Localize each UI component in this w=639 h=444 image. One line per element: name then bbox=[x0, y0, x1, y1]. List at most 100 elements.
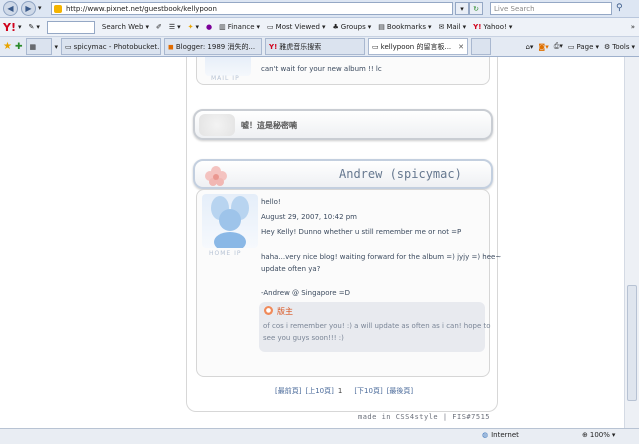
toolbar-options-button[interactable]: ☰ ▾ bbox=[169, 23, 181, 31]
chevron-down-icon: ▾ bbox=[177, 23, 181, 31]
chevron-down-icon: ▾ bbox=[321, 23, 326, 31]
address-dropdown-button[interactable]: ▾ bbox=[455, 2, 469, 15]
yahoo-toolbar: Y! ▾ ✎ ▾ Search Web ▾ ✐ ☰ ▾ ✦ ▾ ● ▥ Finance ▾ … bbox=[0, 18, 639, 37]
chevron-down-icon: ▾ bbox=[17, 23, 22, 31]
messenger-button[interactable]: ● bbox=[206, 23, 212, 31]
status-bar: ◍ Internet ⊕ 100% ▾ bbox=[0, 428, 639, 444]
secret-avatar bbox=[199, 114, 235, 136]
yahoo-small-icon: Y! bbox=[269, 42, 278, 51]
yahoo-home-button[interactable]: Y! Yahoo! ▾ bbox=[473, 23, 512, 31]
entry-date: August 29, 2007, 10:42 pm bbox=[261, 213, 358, 221]
yahoo-search-input[interactable] bbox=[46, 20, 95, 34]
groups-label: Groups bbox=[340, 23, 366, 31]
close-tab-icon[interactable]: ✕ bbox=[458, 43, 464, 51]
groups-icon: ♣ bbox=[332, 23, 339, 31]
search-placeholder: Live Search bbox=[494, 5, 535, 13]
globe-icon: ◍ bbox=[482, 431, 489, 439]
grid-icon: ▦ bbox=[29, 42, 37, 51]
quick-tabs-button[interactable]: ▦ bbox=[25, 38, 52, 55]
zoom-level: 100% bbox=[589, 431, 610, 439]
owner-reply-text-1: of cos i remember you! :) a will update … bbox=[263, 322, 491, 330]
most-viewed-label: Most Viewed bbox=[275, 23, 320, 31]
owner-reply-box: ● 版主 of cos i remember you! :) a will up… bbox=[259, 302, 491, 352]
zone-label: Internet bbox=[491, 431, 519, 439]
toolbar-overflow-button[interactable]: » bbox=[631, 23, 635, 31]
address-url: http://www.pixnet.net/guestbook/kellypoo… bbox=[66, 5, 217, 13]
page-menu-button[interactable]: ▭ Page ▾ bbox=[568, 43, 599, 51]
page-icon: ▭ bbox=[65, 42, 72, 51]
chevron-down-icon: ▾ bbox=[460, 4, 464, 13]
secret-message-bar: 噓！這是秘密喃 bbox=[193, 109, 493, 140]
print-icon[interactable]: ⎙▾ bbox=[554, 42, 563, 51]
zoom-icon: ⊕ bbox=[582, 431, 588, 439]
entry-line-1: Hey Kelly! Dunno whether u still remembe… bbox=[261, 228, 462, 236]
most-viewed-button[interactable]: ▭ Most Viewed ▾ bbox=[267, 23, 325, 31]
security-zone[interactable]: ◍ Internet bbox=[482, 431, 519, 439]
highlight-button[interactable]: ✐ bbox=[156, 23, 162, 31]
secret-message-text: 噓！這是秘密喃 bbox=[241, 121, 297, 130]
last-page-link[interactable]: [最後頁] bbox=[387, 386, 413, 396]
address-bar-row: ◀ ▶ ▾ http://www.pixnet.net/guestbook/ke… bbox=[0, 0, 639, 18]
entry-line-2: haha...very nice blog! waiting forward f… bbox=[261, 253, 502, 261]
prev-10-link[interactable]: [上10頁] bbox=[305, 386, 333, 396]
yahoo-small-icon: Y! bbox=[473, 23, 482, 31]
zoom-control[interactable]: ⊕ 100% ▾ bbox=[582, 431, 615, 439]
prev-entry-card: MAIL IP can't wait for your new album !!… bbox=[196, 57, 490, 85]
mail-icon: ✉ bbox=[438, 23, 445, 31]
entry-signature: -Andrew @ Singapore =D bbox=[261, 289, 351, 297]
new-tab-button[interactable] bbox=[471, 38, 492, 55]
chevron-down-icon: ▾ bbox=[611, 431, 616, 439]
prev-avatar bbox=[205, 57, 251, 76]
first-page-link[interactable]: [最前頁] bbox=[275, 386, 301, 396]
chevron-down-icon: ▾ bbox=[631, 42, 635, 51]
gear-icon: ⚙ bbox=[603, 42, 611, 51]
chevron-down-icon: ▾ bbox=[195, 23, 200, 31]
chevron-down-icon: ▾ bbox=[595, 42, 599, 51]
favorites-star-icon[interactable]: ★ bbox=[3, 41, 12, 52]
yahoo-logo-button[interactable]: Y! ▾ bbox=[3, 21, 22, 34]
search-web-button[interactable]: Search Web ▾ bbox=[102, 23, 149, 31]
page-menu-label: Page bbox=[576, 42, 594, 51]
site-favicon-icon bbox=[54, 5, 62, 13]
scrollbar-thumb[interactable] bbox=[627, 285, 637, 401]
avatar-label: HOME IP bbox=[209, 250, 242, 257]
tab-kellypoon[interactable]: ▭ kellypoon 的留言板... ✕ bbox=[368, 38, 469, 55]
groups-button[interactable]: ♣ Groups ▾ bbox=[333, 23, 372, 31]
forward-button[interactable]: ▶ bbox=[21, 1, 36, 16]
add-favorite-icon[interactable]: ✚ bbox=[15, 42, 23, 52]
folder-icon: ▭ bbox=[267, 23, 274, 31]
live-search-input[interactable]: Live Search bbox=[490, 2, 612, 15]
messenger-icon: ● bbox=[206, 23, 213, 31]
tab-label: 雅虎音乐搜索 bbox=[279, 42, 322, 51]
flower-icon bbox=[199, 163, 233, 187]
footer-credit: made in CSS4style | FIS#7515 bbox=[358, 413, 491, 421]
finance-label: Finance bbox=[227, 23, 255, 31]
feeds-icon[interactable]: ◙▾ bbox=[538, 43, 548, 51]
tab-photobucket[interactable]: ▭ spicymac - Photobucket... bbox=[61, 38, 162, 55]
entry-header-bar: Andrew (spicymac) bbox=[193, 159, 493, 189]
chevron-down-icon: ▾ bbox=[462, 23, 467, 31]
back-button[interactable]: ◀ bbox=[3, 1, 18, 16]
history-dropdown-icon[interactable]: ▾ bbox=[38, 4, 42, 12]
compass-button[interactable]: ✦ ▾ bbox=[188, 23, 199, 31]
home-icon[interactable]: ⌂▾ bbox=[525, 43, 533, 51]
chevron-down-icon: ▾ bbox=[145, 23, 149, 31]
tab-list-dropdown-icon[interactable]: ▾ bbox=[55, 43, 59, 51]
mail-button[interactable]: ✉ Mail ▾ bbox=[439, 23, 467, 31]
tab-yahoo-music[interactable]: Y! 雅虎音乐搜索 bbox=[265, 38, 366, 55]
yahoo-label: Yahoo! bbox=[483, 23, 507, 31]
prev-avatar-label: MAIL IP bbox=[211, 75, 240, 82]
list-icon: ☰ bbox=[168, 23, 176, 31]
tab-blogger[interactable]: ◼ Blogger: 1989 消失的... bbox=[164, 38, 263, 55]
yahoo-logo-icon: Y! bbox=[3, 20, 16, 34]
search-icon[interactable]: ⚲ bbox=[616, 3, 623, 13]
tools-menu-button[interactable]: ⚙ Tools ▾ bbox=[604, 43, 635, 51]
finance-button[interactable]: ▥ Finance ▾ bbox=[219, 23, 260, 31]
pencil-button[interactable]: ✎ ▾ bbox=[29, 23, 40, 31]
bookmarks-button[interactable]: ▤ Bookmarks ▾ bbox=[378, 23, 431, 31]
address-field[interactable]: http://www.pixnet.net/guestbook/kellypoo… bbox=[51, 2, 453, 15]
entry-card: HOME IP hello! August 29, 2007, 10:42 pm… bbox=[196, 189, 501, 377]
mail-label: Mail bbox=[446, 23, 461, 31]
refresh-button[interactable]: ↻ bbox=[469, 2, 483, 15]
next-10-link[interactable]: [下10頁] bbox=[354, 386, 382, 396]
